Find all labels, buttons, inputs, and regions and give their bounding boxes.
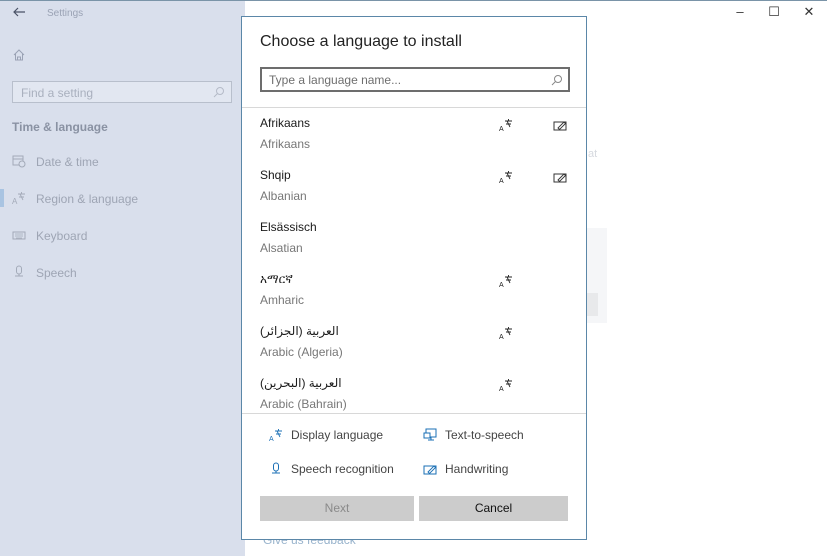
language-item-arabic-algeria[interactable]: العربية (الجزائر) Arabic (Algeria) A bbox=[242, 316, 586, 368]
dialog-title: Choose a language to install bbox=[260, 33, 462, 50]
display-language-icon: A bbox=[499, 170, 513, 185]
language-icon: A bbox=[12, 191, 26, 206]
language-search-placeholder: Type a language name... bbox=[269, 73, 402, 87]
close-button[interactable]: ✕ bbox=[799, 4, 819, 20]
handwriting-icon bbox=[553, 170, 567, 184]
svg-text:A: A bbox=[499, 334, 504, 340]
display-language-icon: A bbox=[499, 274, 513, 289]
sidebar-item-keyboard[interactable]: Keyboard bbox=[0, 224, 245, 248]
microphone-icon bbox=[269, 462, 283, 476]
sidebar-item-label: Date & time bbox=[36, 155, 99, 169]
microphone-icon bbox=[12, 265, 26, 279]
language-english-name: Arabic (Bahrain) bbox=[260, 397, 347, 411]
sidebar-item-region-language[interactable]: A Region & language bbox=[0, 187, 245, 211]
svg-text:A: A bbox=[499, 178, 504, 184]
language-english-name: Albanian bbox=[260, 189, 307, 203]
handwriting-icon bbox=[423, 462, 437, 476]
language-item-alsatian[interactable]: Elsässisch Alsatian bbox=[242, 212, 586, 264]
text-to-speech-icon bbox=[423, 428, 437, 442]
find-setting-input[interactable]: Find a setting bbox=[12, 81, 232, 103]
language-english-name: Alsatian bbox=[260, 241, 303, 255]
language-english-name: Arabic (Algeria) bbox=[260, 345, 343, 359]
language-native-name: العربية (الجزائر) bbox=[260, 324, 339, 338]
list-bottom-divider bbox=[242, 413, 586, 414]
display-language-icon: A bbox=[499, 326, 513, 341]
language-search-input[interactable]: Type a language name... bbox=[260, 67, 570, 92]
active-indicator bbox=[0, 189, 4, 207]
sidebar-item-label: Region & language bbox=[36, 192, 139, 206]
language-native-name: العربية (البحرين) bbox=[260, 376, 342, 390]
legend-label: Speech recognition bbox=[291, 462, 394, 476]
svg-text:A: A bbox=[12, 197, 18, 205]
maximize-button[interactable]: ☐ bbox=[764, 4, 784, 20]
language-item-albanian[interactable]: Shqip Albanian A bbox=[242, 160, 586, 212]
settings-sidebar: Settings Find a setting Time & language … bbox=[0, 1, 245, 556]
calendar-clock-icon bbox=[12, 154, 26, 168]
language-item-afrikaans[interactable]: Afrikaans Afrikaans A bbox=[242, 108, 586, 160]
display-language-icon: A bbox=[499, 118, 513, 133]
language-native-name: Shqip bbox=[260, 168, 291, 182]
language-english-name: Amharic bbox=[260, 293, 305, 307]
section-title: Time & language bbox=[12, 120, 108, 134]
svg-text:A: A bbox=[499, 126, 504, 132]
handwriting-icon bbox=[553, 118, 567, 132]
language-english-name: Afrikaans bbox=[260, 137, 311, 151]
sidebar-item-label: Keyboard bbox=[36, 229, 88, 243]
find-setting-placeholder: Find a setting bbox=[21, 86, 94, 100]
cancel-button[interactable]: Cancel bbox=[419, 496, 568, 521]
sidebar-item-label: Speech bbox=[36, 266, 77, 280]
search-icon bbox=[213, 85, 225, 98]
keyboard-icon bbox=[12, 228, 26, 242]
language-native-name: Afrikaans bbox=[260, 116, 311, 130]
display-language-icon: A bbox=[269, 428, 283, 443]
sidebar-item-speech[interactable]: Speech bbox=[0, 261, 245, 285]
sidebar-item-date-time[interactable]: Date & time bbox=[0, 150, 245, 174]
language-native-name: Elsässisch bbox=[260, 220, 317, 234]
window-title: Settings bbox=[47, 8, 84, 19]
svg-text:A: A bbox=[499, 282, 504, 288]
background-text-fragment: at bbox=[588, 148, 598, 160]
language-list[interactable]: Afrikaans Afrikaans A Shqip Albanian A E… bbox=[242, 108, 586, 413]
legend-label: Handwriting bbox=[445, 462, 509, 476]
next-button[interactable]: Next bbox=[260, 496, 414, 521]
language-native-name: አማርኛ bbox=[260, 272, 293, 286]
back-arrow-icon[interactable] bbox=[12, 5, 26, 21]
svg-text:A: A bbox=[499, 386, 504, 392]
language-item-amharic[interactable]: አማርኛ Amharic A bbox=[242, 264, 586, 316]
legend-label: Text-to-speech bbox=[445, 428, 524, 442]
background-button bbox=[587, 293, 598, 316]
search-icon bbox=[551, 73, 563, 86]
language-item-arabic-bahrain[interactable]: العربية (البحرين) Arabic (Bahrain) A bbox=[242, 368, 586, 413]
home-icon[interactable] bbox=[12, 48, 26, 62]
legend-label: Display language bbox=[291, 428, 384, 442]
svg-text:A: A bbox=[269, 436, 274, 442]
display-language-icon: A bbox=[499, 378, 513, 393]
minimize-button[interactable]: – bbox=[730, 4, 750, 20]
choose-language-dialog: Choose a language to install Type a lang… bbox=[241, 16, 587, 540]
